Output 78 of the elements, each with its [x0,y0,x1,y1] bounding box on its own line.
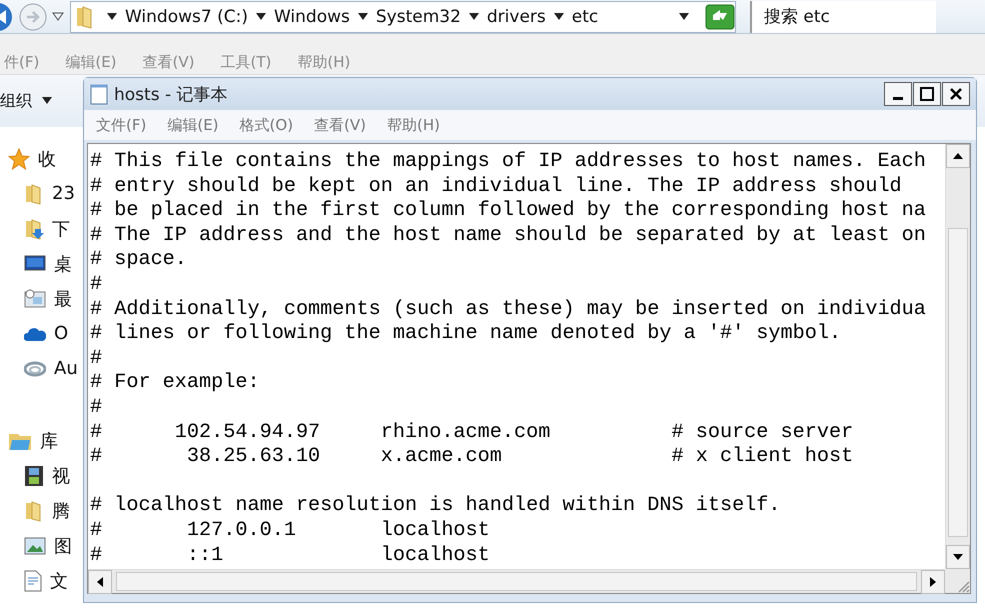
menu-item[interactable]: 查看(V) [314,116,366,134]
star-icon [8,148,30,170]
breadcrumb[interactable]: Windows [274,6,350,26]
text-line: # [90,272,104,298]
text-line: # This file contains the mappings of IP addresses to host names. Each [90,150,927,175]
menu-item[interactable]: 编辑(E) [167,116,219,134]
sidebar-item[interactable]: 23 [52,183,75,204]
image-icon [24,536,46,554]
close-button[interactable] [942,82,970,106]
menu-item[interactable]: 帮助(H) [387,116,440,134]
back-icon[interactable] [0,2,14,32]
organize-button[interactable]: 组织 [0,90,52,112]
search-field[interactable]: 搜索 etc [750,0,936,32]
right-arrow-icon [930,577,936,587]
maximize-button[interactable] [913,82,941,106]
up-arrow-icon [953,153,963,159]
breadcrumb[interactable]: Windows7 (C:) [125,6,248,26]
sidebar-item[interactable]: Au [54,358,78,379]
breadcrumb-caret-icon[interactable] [468,12,479,20]
left-arrow-icon [97,577,103,587]
download-folder-icon [24,218,44,240]
maximize-icon [920,87,934,101]
breadcrumb[interactable]: System32 [376,6,461,26]
sidebar-item[interactable]: O [54,323,68,344]
text-line: # ::1 localhost [90,544,491,568]
text-line: # [90,346,104,372]
text-line: # 38.25.63.10 x.acme.com # x client host [90,445,854,470]
document-icon [24,570,42,592]
scroll-up-button[interactable] [946,144,970,168]
caret-icon[interactable] [42,97,52,105]
sidebar-item[interactable]: 文 [50,568,68,592]
menu-item[interactable]: 文件(F) [96,116,146,134]
breadcrumb-caret-icon[interactable] [358,12,368,20]
scroll-left-button[interactable] [88,570,112,594]
minimize-icon [893,97,903,100]
text-line: # localhost name resolution is handled within DNS itself. [90,494,782,519]
text-line: # space. [90,248,188,273]
vertical-scrollbar[interactable] [945,144,970,569]
menu-item[interactable]: 格式(O) [240,116,294,134]
text-line: # For example: [90,371,261,396]
scroll-right-button[interactable] [921,570,945,594]
monitor-icon [24,254,46,274]
window-title: hosts - 记事本 [114,84,228,106]
notepad-icon [90,83,108,105]
address-dropdown-icon[interactable] [679,12,689,20]
breadcrumb[interactable]: etc [572,6,598,26]
sidebar-item[interactable]: 图 [54,534,72,558]
text-line: # lines or following the machine name denoted by a '#' symbol. [90,322,842,347]
breadcrumb-caret-icon[interactable] [554,12,564,20]
down-arrow-icon [953,554,963,560]
minimize-button[interactable] [884,82,912,106]
text-line: # The IP address and the host name should be separated by at least on [90,224,927,248]
film-icon [24,464,44,486]
scroll-down-button[interactable] [946,545,970,569]
resize-grip-icon[interactable] [956,579,970,593]
breadcrumb-caret-icon[interactable] [256,12,266,20]
sidebar-item[interactable]: 最 [54,286,72,310]
sidebar-item[interactable]: 腾 [52,498,70,522]
refresh-icon[interactable] [705,4,735,30]
recent-places-icon [24,288,46,310]
sidebar-group[interactable]: 库 [40,428,58,452]
close-icon [949,87,963,101]
sidebar-group[interactable]: 收 [38,146,56,170]
text-line: # 127.0.0.1 localhost [90,518,491,544]
text-line: # 102.54.94.97 rhino.acme.com # source server [90,420,854,446]
breadcrumb[interactable]: drivers [486,6,546,26]
text-line: # [90,396,104,421]
sidebar-item[interactable]: 视 [52,464,70,488]
horizontal-scrollbar[interactable] [88,569,945,593]
text-line: # entry should be kept on an individual line. The IP address should [90,174,903,200]
swirl-icon [24,360,46,376]
text-line: # be placed in the first column followed by the corresponding host na [90,199,927,224]
sidebar-item[interactable]: 桌 [54,252,72,276]
sidebar-item[interactable]: 下 [52,216,70,240]
text-line: # Additionally, comments (such as these) may be inserted on individua [90,298,927,322]
cloud-icon [24,326,46,342]
breadcrumb-caret-icon[interactable] [107,12,117,20]
history-dropdown-icon[interactable] [52,12,64,22]
